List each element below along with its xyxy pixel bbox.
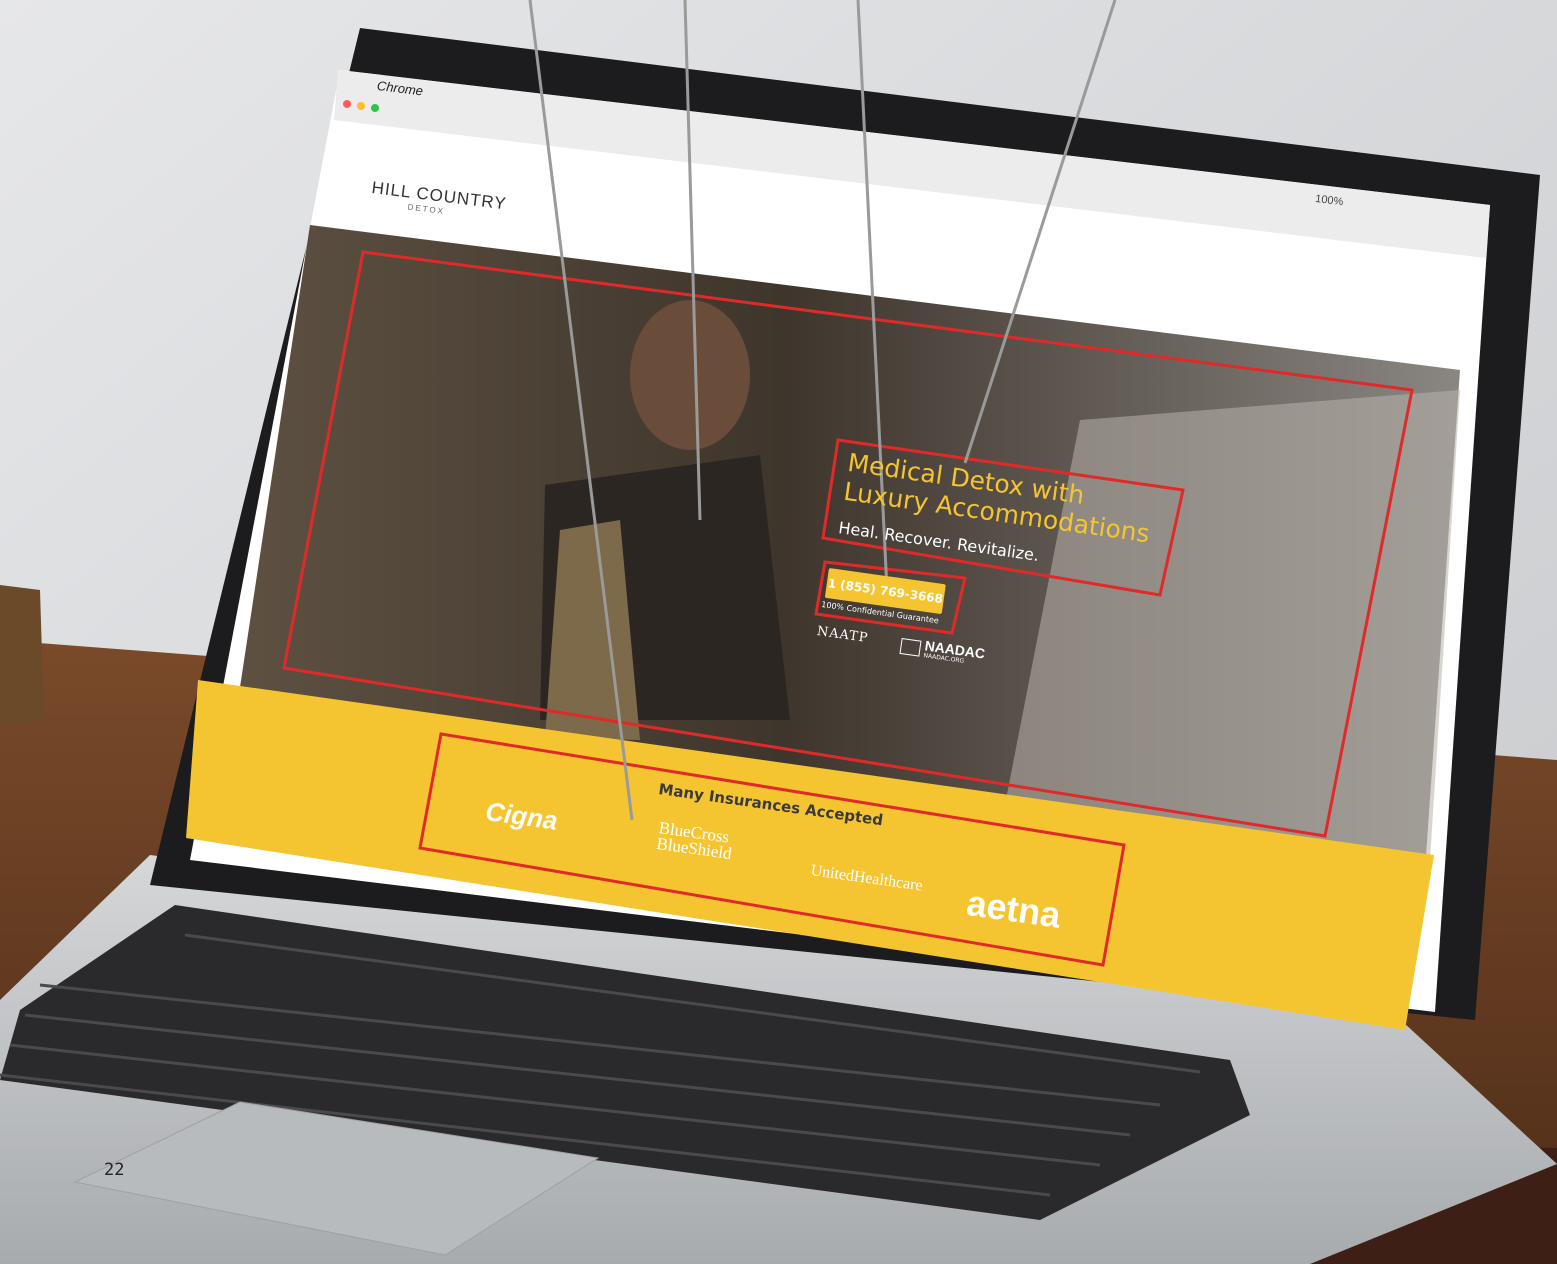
- naadac-emblem-icon: [899, 637, 922, 657]
- book: [0, 585, 44, 726]
- minimize-dot: [357, 102, 365, 110]
- zoom-dot: [371, 104, 379, 112]
- close-dot: [343, 100, 351, 108]
- person-head: [630, 300, 750, 450]
- page-number: 22: [104, 1160, 125, 1180]
- laptop-mockup-scene: [0, 0, 1557, 1264]
